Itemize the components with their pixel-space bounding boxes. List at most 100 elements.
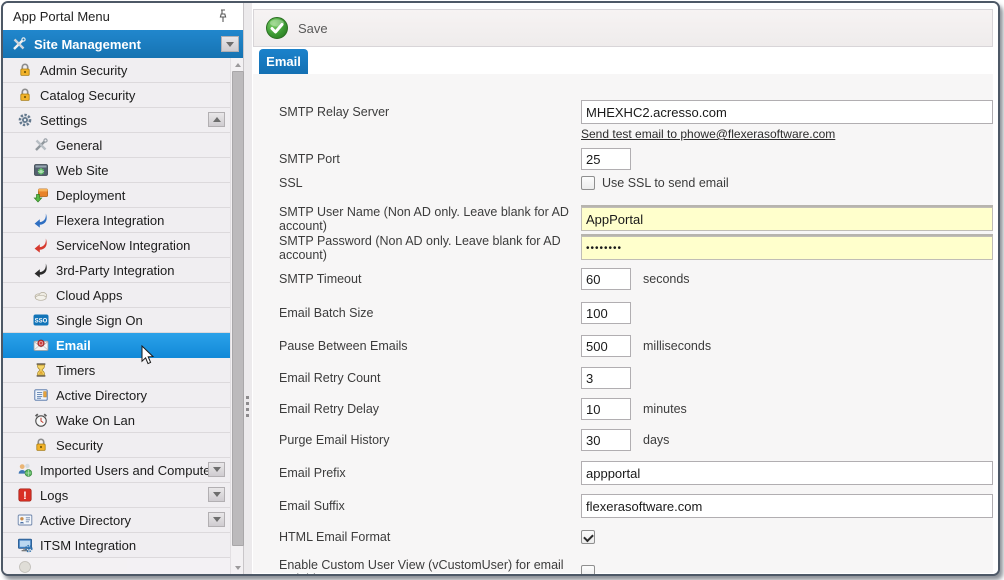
sidebar-item-single-sign-on[interactable]: Single Sign On [3,308,230,333]
field-label: SMTP Relay Server [279,105,581,119]
send-test-email-link[interactable]: Send test email to phowe@flexerasoftware… [581,127,835,141]
save-check-icon[interactable] [265,16,289,40]
sidebar-item-catalog-security[interactable]: Catalog Security [3,83,230,108]
smtp-relay-server-input[interactable] [581,100,993,124]
sidebar-item-active-directory-2[interactable]: Active Directory [3,508,230,533]
cloud-icon [33,287,49,303]
toolbar: Save [253,9,993,47]
import-arrow-blue-icon [33,212,49,228]
sidebar-item-settings[interactable]: Settings [3,108,230,133]
field-label: Email Suffix [279,499,581,513]
sidebar-group-site-management[interactable]: Site Management [3,30,243,58]
sidebar-item-label: 3rd-Party Integration [56,263,175,278]
unit-label: seconds [643,272,690,286]
directory-book-icon [33,387,49,403]
form-row-email-batch-size: Email Batch Size [279,302,631,324]
padlock-icon [17,87,33,103]
form-row-email-retry-delay: Email Retry Delay minutes [279,398,687,420]
sidebar-item-cloud-apps[interactable]: Cloud Apps [3,283,230,308]
sidebar-item-general[interactable]: General [3,133,230,158]
field-label: Email Prefix [279,466,581,480]
sidebar-item-web-site[interactable]: Web Site [3,158,230,183]
chevron-down-icon [213,517,221,522]
collapse-button[interactable] [208,112,225,127]
smtp-port-input[interactable] [581,148,631,170]
email-batch-size-input[interactable] [581,302,631,324]
form-row-smtp-port: SMTP Port [279,148,631,170]
smtp-password-input[interactable] [581,236,993,260]
scroll-down-icon[interactable] [231,561,244,574]
tab-email[interactable]: Email [259,49,308,74]
save-button[interactable]: Save [298,21,328,36]
form-row-email-prefix: Email Prefix [279,461,993,485]
expand-button[interactable] [208,487,225,502]
purge-email-history-input[interactable] [581,429,631,451]
package-icon [33,187,49,203]
form-row-smtp-password: SMTP Password (Non AD only. Leave blank … [279,234,993,262]
sidebar-item-label: Flexera Integration [56,213,164,228]
form-row-email-suffix: Email Suffix [279,494,993,518]
unit-label: milliseconds [643,339,711,353]
form-row-smtp-relay-server: SMTP Relay Server [279,100,993,124]
sidebar-item-label: Settings [40,113,87,128]
sidebar-item-security[interactable]: Security [3,433,230,458]
smtp-user-name-input[interactable] [581,207,993,231]
app-portal-window: App Portal Menu Site Management Admin Se… [1,1,1000,576]
field-label: HTML Email Format [279,530,581,544]
chevron-down-icon [213,467,221,472]
gear-icon [17,112,33,128]
sidebar-item-label: Timers [56,363,95,378]
form-row-enable-custom-user-view: Enable Custom User View (vCustomUser) fo… [279,558,595,576]
sidebar-item-label: Active Directory [56,388,147,403]
enable-custom-user-view-checkbox[interactable] [581,565,595,576]
html-email-format-checkbox[interactable] [581,530,595,544]
smtp-timeout-input[interactable] [581,268,631,290]
screenshot-root: App Portal Menu Site Management Admin Se… [0,0,1004,580]
sidebar: App Portal Menu Site Management Admin Se… [3,3,244,574]
sidebar-item-label: General [56,138,102,153]
sidebar-item-itsm-integration[interactable]: ITSM Integration [3,533,230,558]
pin-icon[interactable] [215,8,231,24]
form-row-purge-email-history: Purge Email History days [279,429,669,451]
sidebar-item-admin-security[interactable]: Admin Security [3,58,230,83]
sidebar-item-label: Logs [40,488,68,503]
sidebar-item-active-directory[interactable]: Active Directory [3,383,230,408]
sidebar-item-label: Imported Users and Computers [40,463,221,478]
import-arrow-red-icon [33,237,49,253]
scrollbar-thumb[interactable] [232,71,244,546]
group-dropdown-button[interactable] [221,36,239,52]
sidebar-item-wake-on-lan[interactable]: Wake On Lan [3,408,230,433]
sidebar-item-clipped[interactable] [3,558,230,574]
email-retry-count-input[interactable] [581,367,631,389]
sidebar-item-deployment[interactable]: Deployment [3,183,230,208]
form-row-smtp-timeout: SMTP Timeout seconds [279,268,690,290]
sidebar-title-bar: App Portal Menu [3,3,243,30]
email-prefix-input[interactable] [581,461,993,485]
sidebar-item-label: Admin Security [40,63,127,78]
sidebar-item-3rd-party-integration[interactable]: 3rd-Party Integration [3,258,230,283]
sidebar-item-email[interactable]: Email [3,333,230,358]
form-row-email-retry-count: Email Retry Count [279,367,631,389]
field-label: Pause Between Emails [279,339,581,353]
browser-icon [33,162,49,178]
sidebar-item-timers[interactable]: Timers [3,358,230,383]
scroll-up-icon[interactable] [231,58,244,71]
expand-button[interactable] [208,512,225,527]
form-row-ssl: SSL Use SSL to send email [279,176,729,190]
email-retry-delay-input[interactable] [581,398,631,420]
sidebar-item-imported-users-and-computers[interactable]: Imported Users and Computers [3,458,230,483]
email-suffix-input[interactable] [581,494,993,518]
import-arrow-black-icon [33,262,49,278]
form-row-smtp-user-name: SMTP User Name (Non AD only. Leave blank… [279,205,993,233]
sidebar-item-flexera-integration[interactable]: Flexera Integration [3,208,230,233]
sidebar-item-label: Email [56,338,91,353]
form-row-pause-between-emails: Pause Between Emails milliseconds [279,335,711,357]
sidebar-item-label: Web Site [56,163,109,178]
sidebar-scrollbar[interactable] [230,58,243,574]
pause-between-emails-input[interactable] [581,335,631,357]
sidebar-item-logs[interactable]: Logs [3,483,230,508]
use-ssl-checkbox[interactable] [581,176,595,190]
expand-button[interactable] [208,462,225,477]
sidebar-item-servicenow-integration[interactable]: ServiceNow Integration [3,233,230,258]
main-panel: Save Email SMTP Relay Server Send test e… [252,3,998,574]
